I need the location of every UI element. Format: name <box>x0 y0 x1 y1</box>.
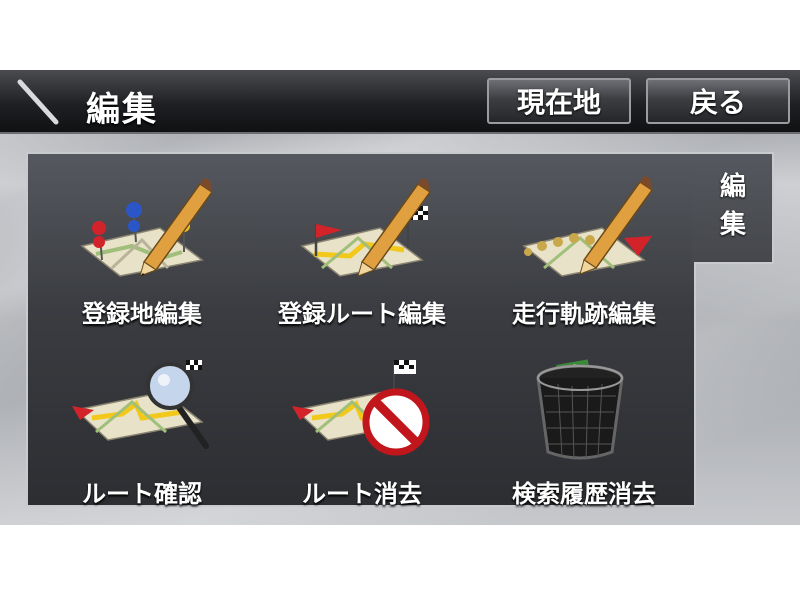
side-tab-edit[interactable]: 編 集 <box>694 152 774 264</box>
tile-route-delete[interactable]: ルート消去 <box>262 350 462 510</box>
current-location-button[interactable]: 現在地 <box>487 78 631 124</box>
tile-search-history-delete[interactable]: 検索履歴消去 <box>484 350 684 510</box>
title-slash-icon <box>17 79 59 125</box>
route-check-icon <box>72 360 209 449</box>
tile-route-check[interactable]: ルート確認 <box>42 350 242 510</box>
tile-label: 登録ルート編集 <box>278 300 446 328</box>
side-tab-char: 集 <box>719 210 746 240</box>
tile-registered-point-edit[interactable]: 登録地編集 <box>42 170 242 330</box>
tile-label: ルート消去 <box>302 480 422 508</box>
registered-point-edit-icon <box>80 178 212 277</box>
title-bar: 編集 現在地 戻る <box>0 70 800 134</box>
tile-driving-track-edit[interactable]: 走行軌跡編集 <box>484 170 684 330</box>
side-tab-char: 編 <box>719 172 746 202</box>
navigation-screen: 編集 現在地 戻る 編 集 登録地編集 登録ルート編集 走行軌跡編集 ルート確認… <box>0 70 800 525</box>
side-tab-joint <box>692 154 696 262</box>
registered-route-edit-icon <box>300 178 432 277</box>
search-history-delete-icon <box>536 359 624 461</box>
tile-label: 登録地編集 <box>82 300 202 328</box>
back-button[interactable]: 戻る <box>646 78 790 124</box>
driving-track-edit-icon <box>522 176 654 277</box>
page-title: 編集 <box>86 90 158 130</box>
route-delete-icon <box>292 360 430 456</box>
tile-label: 検索履歴消去 <box>512 480 656 508</box>
tile-label: ルート確認 <box>82 480 202 508</box>
tile-label: 走行軌跡編集 <box>512 300 656 328</box>
tile-registered-route-edit[interactable]: 登録ルート編集 <box>262 170 462 330</box>
